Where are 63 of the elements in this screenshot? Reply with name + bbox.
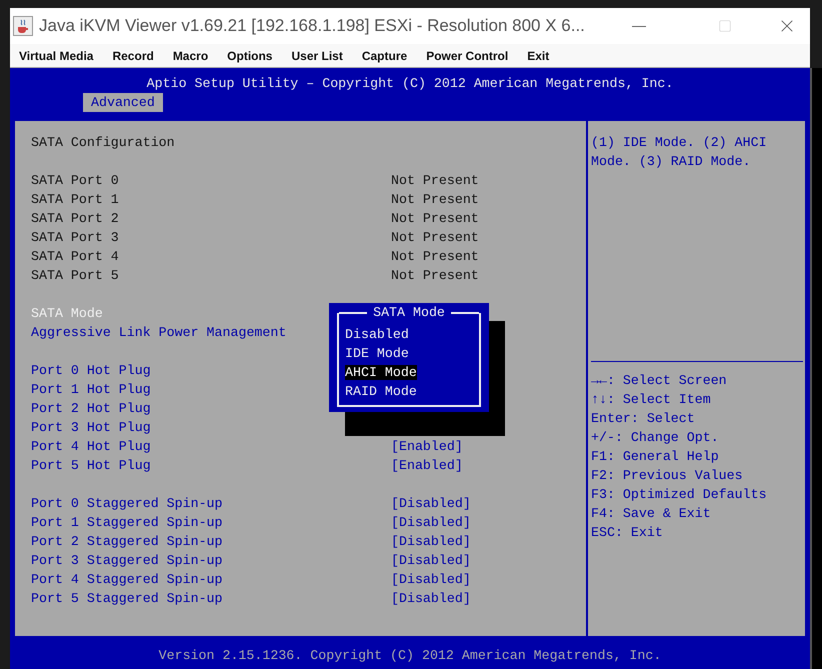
setting-value: Not Present xyxy=(391,248,479,266)
setting-label: SATA Port 3 xyxy=(31,230,119,245)
window-title: Java iKVM Viewer v1.69.21 [192.168.1.198] ESXi - Resolution 800 X 6... xyxy=(39,15,585,38)
setting-label[interactable]: Port 1 Hot Plug xyxy=(31,382,151,397)
setting-value: [Enabled] xyxy=(391,438,463,456)
menu-item[interactable]: Virtual Media xyxy=(19,46,94,64)
bios-footer: Version 2.15.1236. Copyright (C) 2012 American Megatrends, Inc. xyxy=(10,646,810,665)
bios-tab[interactable]: Advanced xyxy=(83,93,163,112)
setting-value: Not Present xyxy=(391,191,479,209)
setting-label[interactable]: Port 4 Hot Plug xyxy=(31,439,151,454)
setting-label: SATA Port 5 xyxy=(31,268,119,283)
popup-option[interactable]: AHCI Mode xyxy=(345,365,417,380)
setting-label[interactable]: Port 4 Staggered Spin-up xyxy=(31,572,223,587)
setting-value: [Disabled] xyxy=(391,590,471,608)
setting-value: Not Present xyxy=(391,267,479,285)
setting-value: [Disabled] xyxy=(391,495,471,513)
popup-title: SATA Mode xyxy=(372,304,446,322)
menu-item[interactable]: Record xyxy=(112,46,154,64)
setting-value: Not Present xyxy=(391,172,479,190)
key-hint: ESC: Exit xyxy=(591,524,664,542)
setting-label[interactable]: Port 3 Hot Plug xyxy=(31,420,151,435)
setting-label: SATA Port 4 xyxy=(31,249,119,264)
setting-label[interactable]: Port 1 Staggered Spin-up xyxy=(31,515,223,530)
setting-value: Not Present xyxy=(391,229,479,247)
setting-label: SATA Configuration xyxy=(31,135,175,150)
setting-value: [Enabled] xyxy=(391,457,463,475)
popup-option[interactable]: RAID Mode xyxy=(345,384,417,399)
setting-value: [Disabled] xyxy=(391,514,471,532)
key-hint: F3: Optimized Defaults xyxy=(591,486,768,504)
key-hint: F4: Save & Exit xyxy=(591,505,712,523)
setting-value: [Disabled] xyxy=(391,533,471,551)
setting-label[interactable]: Aggressive Link Power Management xyxy=(31,325,286,340)
help-text: (1) IDE Mode. (2) AHCI Mode. (3) RAID Mode. xyxy=(591,134,768,171)
setting-label: SATA Port 0 xyxy=(31,173,119,188)
setting-label[interactable]: Port 5 Hot Plug xyxy=(31,458,151,473)
popup-option[interactable]: IDE Mode xyxy=(345,346,409,361)
key-hint: Enter: Select xyxy=(591,410,696,428)
setting-value: [Disabled] xyxy=(391,552,471,570)
menu-item[interactable]: Options xyxy=(227,46,272,64)
menu-item[interactable]: Exit xyxy=(527,46,550,64)
maximize-icon xyxy=(718,19,732,33)
setting-label: SATA Port 1 xyxy=(31,192,119,207)
bios-header: Aptio Setup Utility – Copyright (C) 2012 American Megatrends, Inc. xyxy=(146,75,674,93)
setting-label: SATA Port 2 xyxy=(31,211,119,226)
key-hint: +/-: Change Opt. xyxy=(591,429,720,447)
setting-label[interactable]: Port 5 Staggered Spin-up xyxy=(31,591,223,606)
key-hint: →←: Select Screen xyxy=(591,372,728,390)
popup-option[interactable]: Disabled xyxy=(345,327,409,342)
setting-label[interactable]: Port 0 Hot Plug xyxy=(31,363,151,378)
menu-item[interactable]: Power Control xyxy=(426,46,508,64)
setting-label[interactable]: Port 2 Staggered Spin-up xyxy=(31,534,223,549)
key-hint: F2: Previous Values xyxy=(591,467,744,485)
menu-item[interactable]: Macro xyxy=(172,46,208,64)
key-hint: F1: General Help xyxy=(591,448,720,466)
setting-value: [Disabled] xyxy=(391,571,471,589)
menu-item[interactable]: User List xyxy=(291,46,343,64)
key-hint: ↑↓: Select Item xyxy=(591,391,712,409)
setting-label[interactable]: Port 3 Staggered Spin-up xyxy=(31,553,223,568)
setting-label[interactable]: Port 2 Hot Plug xyxy=(31,401,151,416)
setting-value: Not Present xyxy=(391,210,479,228)
menu-item[interactable]: Capture xyxy=(362,46,408,64)
java-cup-icon xyxy=(13,16,33,36)
setting-label[interactable]: Port 0 Staggered Spin-up xyxy=(31,496,223,511)
